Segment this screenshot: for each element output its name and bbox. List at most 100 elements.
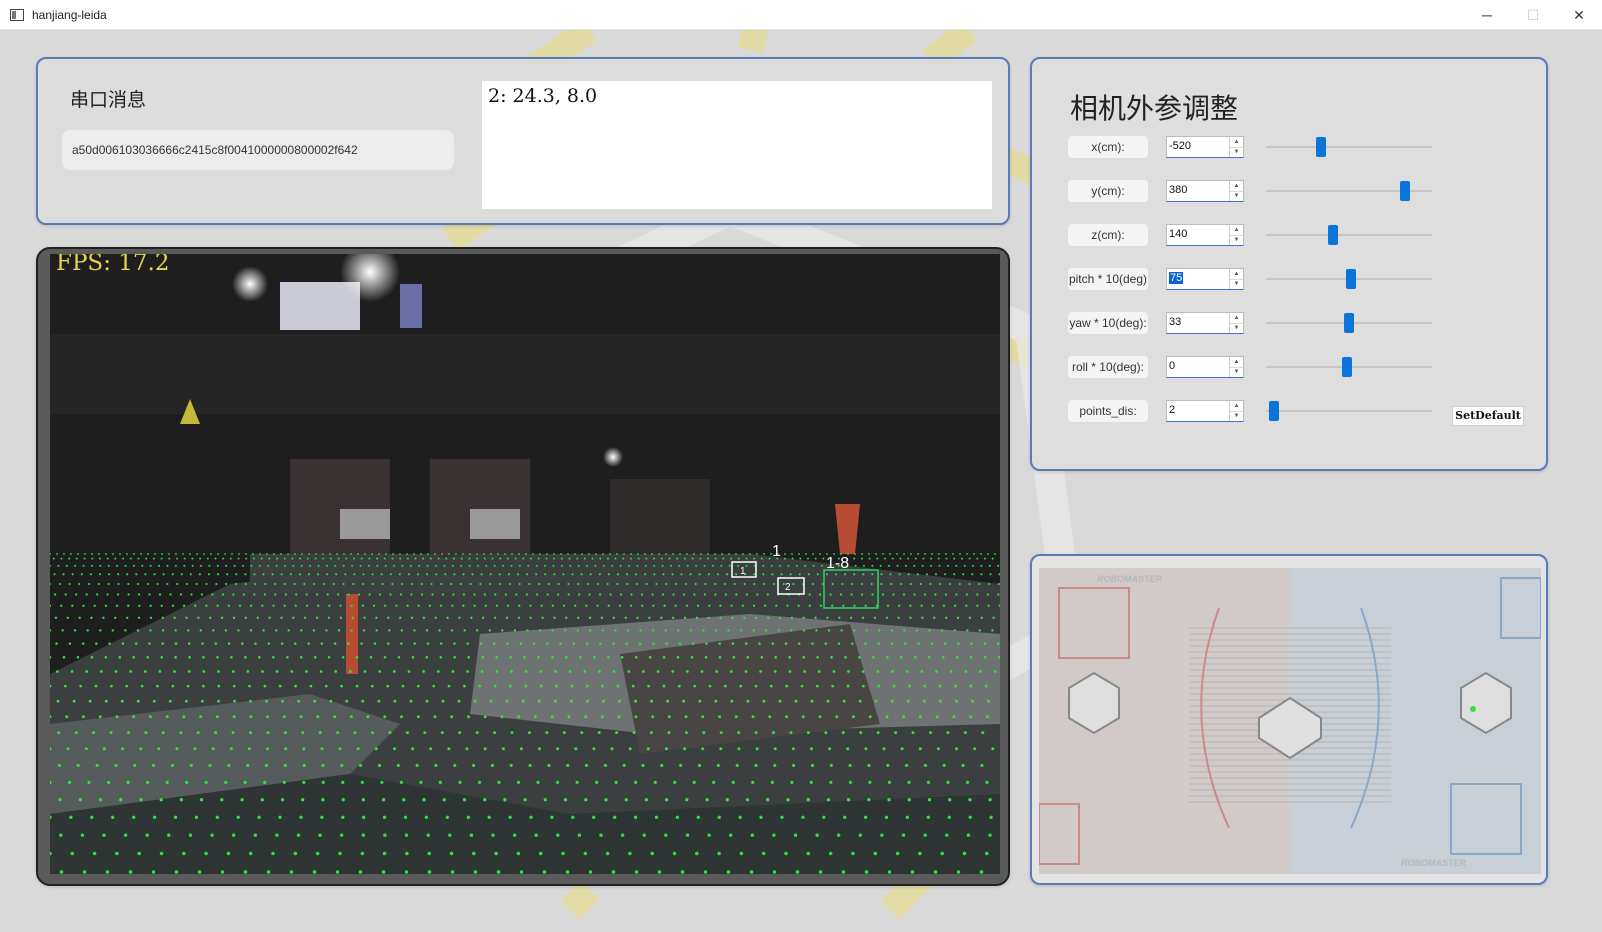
x-slider[interactable] [1266, 136, 1432, 158]
spin-arrows[interactable]: ▲ ▼ [1229, 181, 1243, 201]
spin-arrows[interactable]: ▲ ▼ [1229, 357, 1243, 377]
point-cloud-dot [829, 780, 833, 785]
point-cloud-dot [534, 833, 538, 837]
pitch-spinbox[interactable]: 75 ▲ ▼ [1166, 268, 1244, 290]
spin-up-icon[interactable]: ▲ [1230, 181, 1243, 192]
point-cloud-dot [465, 747, 469, 751]
spin-value[interactable]: 0 [1169, 360, 1175, 372]
spin-down-icon[interactable]: ▼ [1230, 192, 1243, 202]
spin-arrows[interactable]: ▲ ▼ [1229, 269, 1243, 289]
spin-value[interactable]: 140 [1169, 228, 1187, 240]
point-cloud-dot [473, 699, 477, 703]
spin-up-icon[interactable]: ▲ [1230, 225, 1243, 236]
point-cloud-dot [313, 582, 316, 586]
point-cloud-dot [546, 593, 549, 596]
spin-value[interactable]: -520 [1169, 140, 1191, 152]
roll-spinbox[interactable]: 0 ▲ ▼ [1166, 356, 1244, 378]
slider-track[interactable] [1266, 146, 1432, 148]
spin-down-icon[interactable]: ▼ [1230, 236, 1243, 246]
point-cloud-dot [399, 780, 403, 785]
x-spinbox[interactable]: -520 ▲ ▼ [1166, 136, 1244, 158]
point-cloud-dot [78, 616, 81, 619]
point-cloud-dot [342, 582, 345, 586]
point-cloud-dot [891, 670, 894, 673]
slider-handle[interactable] [1342, 357, 1352, 377]
point-cloud-dot [247, 747, 251, 751]
point-cloud-dot [305, 604, 309, 607]
point-cloud-dot [784, 642, 788, 645]
spin-up-icon[interactable]: ▲ [1230, 137, 1243, 148]
spin-up-icon[interactable]: ▲ [1230, 401, 1243, 412]
point-cloud-dot [972, 564, 974, 567]
point-cloud-dot [139, 747, 143, 751]
yaw-slider[interactable] [1266, 312, 1432, 334]
point-cloud-dot [726, 870, 731, 874]
spin-down-icon[interactable]: ▼ [1230, 280, 1243, 290]
point-cloud-dot [75, 557, 78, 560]
slider-handle[interactable] [1344, 313, 1354, 333]
point-cloud-dot [544, 564, 547, 567]
roll-slider[interactable] [1266, 356, 1432, 378]
slider-track[interactable] [1266, 234, 1432, 236]
point-cloud-dot [737, 747, 741, 751]
minimap-view[interactable]: ROBOMASTER ROBOMASTER [1039, 568, 1541, 874]
set-default-button[interactable]: SetDefault [1452, 406, 1524, 426]
point-cloud-dot [278, 815, 282, 819]
y-slider[interactable] [1266, 180, 1432, 202]
spin-up-icon[interactable]: ▲ [1230, 269, 1243, 280]
point-cloud-dot [214, 731, 218, 735]
point-cloud-dot [828, 851, 833, 856]
slider-handle[interactable] [1316, 137, 1326, 157]
serial-output-text[interactable]: 2: 24.3, 8.0 [482, 81, 992, 209]
slider-handle[interactable] [1400, 181, 1410, 201]
point-cloud-dot [473, 604, 476, 607]
spin-value[interactable]: 2 [1169, 404, 1175, 416]
spin-down-icon[interactable]: ▼ [1230, 324, 1243, 334]
point-cloud-dot [872, 656, 875, 659]
serial-panel: 串口消息 a50d006103036666c2415c8f00410000008… [36, 57, 1010, 225]
spin-down-icon[interactable]: ▼ [1230, 412, 1243, 422]
point-cloud-dot [523, 656, 526, 659]
slider-handle[interactable] [1269, 401, 1279, 421]
point-cloud-dot [634, 656, 638, 659]
y-spinbox[interactable]: 380 ▲ ▼ [1166, 180, 1244, 202]
point-cloud-dot [942, 604, 946, 607]
z-slider[interactable] [1266, 224, 1432, 246]
point-cloud-dot [815, 833, 819, 837]
point-cloud-dot [361, 798, 366, 802]
slider-track[interactable] [1266, 410, 1432, 412]
spin-arrows[interactable]: ▲ ▼ [1229, 225, 1243, 245]
point-cloud-dot [707, 557, 709, 560]
spin-up-icon[interactable]: ▲ [1230, 357, 1243, 368]
point-cloud-dot [695, 616, 699, 619]
point-cloud-dot [730, 604, 733, 607]
z-spinbox[interactable]: 140 ▲ ▼ [1166, 224, 1244, 246]
minimize-button[interactable]: ─ [1464, 0, 1510, 30]
camera-view: 1 1 2 1-8 FPS: 17.2 [50, 254, 1000, 874]
serial-message-field[interactable]: a50d006103036666c2415c8f0041000000800002… [62, 130, 454, 170]
point-cloud-dot [623, 553, 625, 555]
slider-handle[interactable] [1346, 269, 1356, 289]
spin-arrows[interactable]: ▲ ▼ [1229, 313, 1243, 333]
point-cloud-dot [353, 573, 356, 576]
spin-value[interactable]: 380 [1169, 184, 1187, 196]
points-dis-spinbox[interactable]: 2 ▲ ▼ [1166, 400, 1244, 422]
yaw-spinbox[interactable]: 33 ▲ ▼ [1166, 312, 1244, 334]
points-dis-slider[interactable] [1266, 400, 1432, 422]
maximize-button[interactable]: ☐ [1510, 0, 1556, 30]
point-cloud-dot [59, 870, 64, 874]
pitch-slider[interactable] [1266, 268, 1432, 290]
spin-value[interactable]: 75 [1169, 272, 1184, 284]
spin-down-icon[interactable]: ▼ [1230, 148, 1243, 158]
spin-up-icon[interactable]: ▲ [1230, 313, 1243, 324]
point-cloud-dot [337, 593, 340, 596]
spin-down-icon[interactable]: ▼ [1230, 368, 1243, 378]
point-cloud-dot [227, 604, 230, 607]
point-cloud-dot [894, 731, 898, 735]
spin-value[interactable]: 33 [1169, 316, 1181, 328]
close-button[interactable]: ✕ [1556, 0, 1602, 30]
point-cloud-dot [326, 573, 329, 576]
spin-arrows[interactable]: ▲ ▼ [1229, 401, 1243, 421]
slider-handle[interactable] [1328, 225, 1338, 245]
spin-arrows[interactable]: ▲ ▼ [1229, 137, 1243, 157]
